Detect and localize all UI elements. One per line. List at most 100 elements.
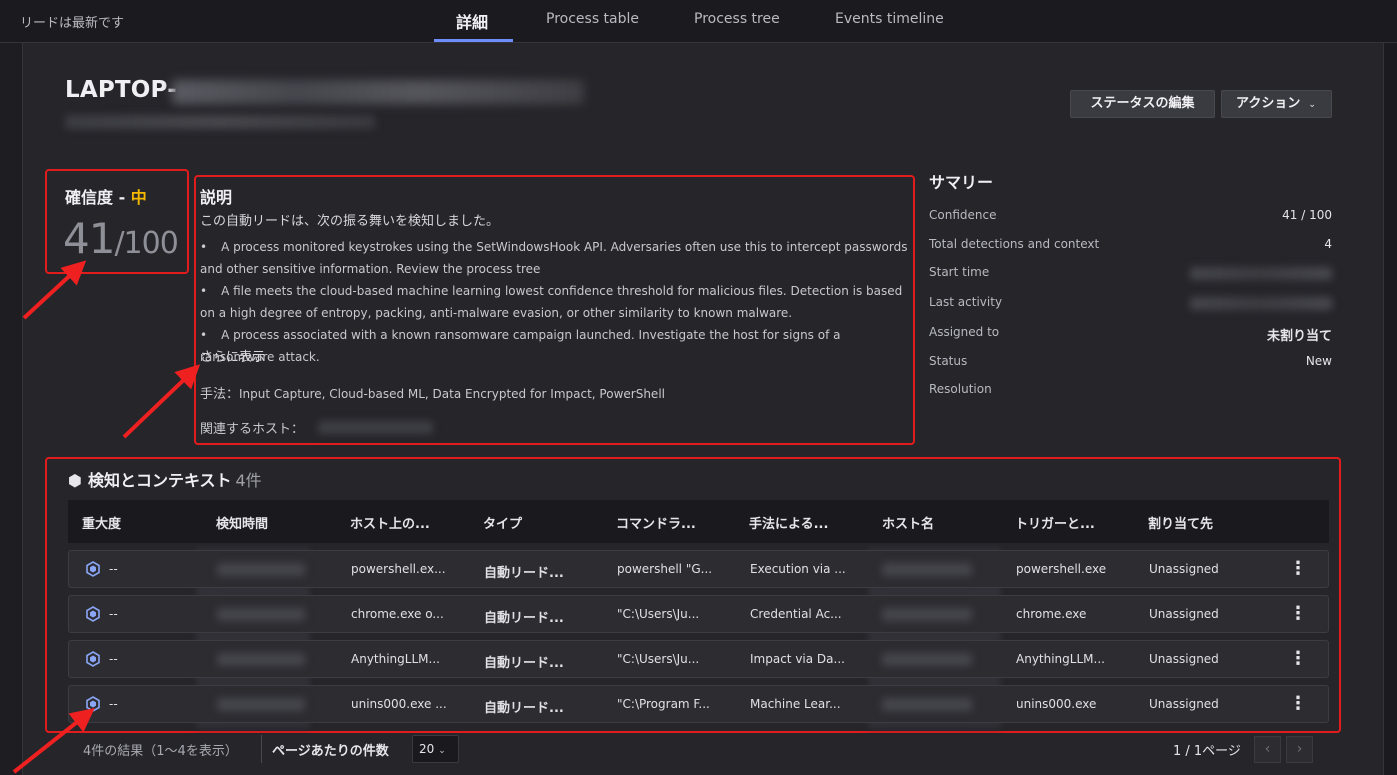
more-options-icon[interactable]: ⋮ bbox=[1289, 693, 1307, 714]
detections-count: 4件 bbox=[235, 471, 262, 490]
cell-trigger: powershell.exe bbox=[1016, 562, 1107, 576]
detections-title-text: 検知とコンテキスト bbox=[87, 471, 232, 490]
description-title: 説明 bbox=[200, 188, 233, 207]
related-hosts-label: 関連するホスト： bbox=[200, 422, 305, 437]
table-header: 重大度 検知時間 ホスト上の... タイプ コマンドラ... 手法による... … bbox=[68, 500, 1329, 543]
tab-process-tree[interactable]: Process tree bbox=[694, 11, 780, 27]
cell-type: 自動リード... bbox=[484, 701, 564, 716]
table-row[interactable]: -- chrome.exe o... 自動リード... "C:\Users\Ju… bbox=[68, 595, 1329, 633]
per-page-select[interactable]: 20 ⌄ bbox=[412, 735, 459, 763]
summary-value: 4 bbox=[1324, 237, 1332, 251]
pagination-divider bbox=[261, 735, 262, 763]
behavior-item: A file meets the cloud-based machine lea… bbox=[200, 280, 912, 324]
confidence-score-value: 41 bbox=[63, 214, 115, 263]
behavior-item: A process associated with a known ransom… bbox=[200, 324, 912, 368]
summary-value: New bbox=[1305, 354, 1332, 368]
page-info: 1 / 1ページ bbox=[1173, 744, 1241, 759]
next-page-button[interactable]: › bbox=[1286, 736, 1313, 763]
chevron-down-icon: ⌄ bbox=[1308, 100, 1316, 110]
top-bar: リードは最新です 詳細 Process table Process tree E… bbox=[0, 0, 1397, 43]
summary-row-status: Status New bbox=[929, 354, 1332, 374]
table-row[interactable]: -- unins000.exe ... 自動リード... "C:\Program… bbox=[68, 685, 1329, 723]
behavior-item: A process monitored keystrokes using the… bbox=[200, 236, 912, 280]
summary-row-last-activity: Last activity bbox=[929, 295, 1332, 315]
table-row[interactable]: -- powershell.ex... 自動リード... powershell … bbox=[68, 550, 1329, 588]
summary-key: Assigned to bbox=[929, 325, 1000, 339]
summary-row-total-detections: Total detections and context 4 bbox=[929, 237, 1332, 257]
table-row[interactable]: -- AnythingLLM... 自動リード... "C:\Users\Ju.… bbox=[68, 640, 1329, 678]
chevron-down-icon: ⌄ bbox=[438, 746, 446, 756]
col-severity[interactable]: 重大度 bbox=[82, 513, 121, 532]
redacted-detection-time bbox=[217, 698, 305, 711]
confidence-label: 確信度 - 中 bbox=[65, 184, 147, 208]
cell-type: 自動リード... bbox=[484, 566, 564, 581]
col-trigger[interactable]: トリガーと... bbox=[1015, 513, 1095, 532]
tab-process-table[interactable]: Process table bbox=[546, 11, 639, 27]
redacted-host-name bbox=[882, 608, 972, 621]
redacted-subtitle bbox=[65, 115, 375, 129]
summary-row-confidence: Confidence 41 / 100 bbox=[929, 208, 1332, 228]
per-page-label: ページあたりの件数 bbox=[272, 744, 389, 759]
redacted-detection-time bbox=[217, 653, 305, 666]
cell-command: "C:\Program F... bbox=[617, 697, 710, 711]
confidence-label-text: 確信度 - bbox=[65, 188, 131, 207]
action-button[interactable]: アクション ⌄ bbox=[1221, 90, 1332, 118]
summary-value: 未割り当て bbox=[1266, 329, 1332, 344]
cell-process: unins000.exe ... bbox=[351, 697, 447, 711]
summary-value: 41 / 100 bbox=[1282, 208, 1332, 222]
cell-assignee: Unassigned bbox=[1149, 697, 1219, 711]
cell-trigger: chrome.exe bbox=[1016, 607, 1087, 621]
cell-assignee: Unassigned bbox=[1149, 607, 1219, 621]
col-command-line[interactable]: コマンドラ... bbox=[616, 513, 696, 532]
severity-hexagon-icon bbox=[86, 606, 100, 622]
cell-process: chrome.exe o... bbox=[351, 607, 444, 621]
redacted-host-name bbox=[882, 698, 972, 711]
cell-severity: -- bbox=[109, 652, 118, 666]
cell-assignee: Unassigned bbox=[1149, 652, 1219, 666]
confidence-level: 中 bbox=[130, 188, 147, 207]
action-button-label: アクション bbox=[1236, 96, 1301, 111]
summary-key: Start time bbox=[929, 265, 990, 279]
tab-events-timeline[interactable]: Events timeline bbox=[835, 11, 944, 27]
summary-title: サマリー bbox=[929, 173, 994, 192]
cell-tactic: Impact via Da... bbox=[750, 652, 845, 666]
more-options-icon[interactable]: ⋮ bbox=[1289, 603, 1307, 624]
summary-row-start-time: Start time bbox=[929, 265, 1332, 285]
cell-trigger: AnythingLLM... bbox=[1016, 652, 1105, 666]
host-title: LAPTOP- bbox=[65, 77, 177, 103]
show-more-link[interactable]: さらに表示 bbox=[200, 346, 265, 365]
redacted-host-name bbox=[882, 653, 972, 666]
col-assignee[interactable]: 割り当て先 bbox=[1148, 513, 1213, 532]
results-summary: 4件の結果（1〜4を表示） bbox=[83, 744, 238, 759]
confidence-score: 41/100 bbox=[63, 214, 179, 263]
summary-row-resolution: Resolution bbox=[929, 382, 1332, 402]
summary-row-assigned-to: Assigned to 未割り当て bbox=[929, 325, 1332, 345]
confidence-score-denominator: /100 bbox=[114, 226, 178, 261]
col-type[interactable]: タイプ bbox=[483, 513, 522, 532]
more-options-icon[interactable]: ⋮ bbox=[1289, 648, 1307, 669]
prev-page-button[interactable]: ‹ bbox=[1254, 736, 1281, 763]
active-tab-indicator bbox=[434, 39, 513, 42]
col-detection-time[interactable]: 検知時間 bbox=[216, 513, 268, 532]
redacted-last-activity bbox=[1190, 297, 1332, 310]
description-intro: この自動リードは、次の振る舞いを検知しました。 bbox=[200, 214, 500, 229]
scrollbar[interactable] bbox=[1384, 43, 1397, 775]
summary-key: Status bbox=[929, 354, 968, 368]
summary-key: Resolution bbox=[929, 382, 992, 396]
summary-key: Confidence bbox=[929, 208, 997, 222]
col-host-name[interactable]: ホスト名 bbox=[882, 513, 934, 532]
detections-title: ⬢ 検知とコンテキスト 4件 bbox=[68, 467, 262, 491]
cell-command: "C:\Users\Ju... bbox=[617, 607, 700, 621]
more-options-icon[interactable]: ⋮ bbox=[1289, 558, 1307, 579]
redacted-host-name bbox=[882, 563, 972, 576]
col-tactic[interactable]: 手法による... bbox=[749, 513, 828, 532]
cell-type: 自動リード... bbox=[484, 656, 564, 671]
edit-status-button[interactable]: ステータスの編集 bbox=[1070, 90, 1215, 118]
redacted-start-time bbox=[1190, 267, 1332, 280]
lead-status-text: リードは最新です bbox=[20, 16, 125, 31]
tab-details[interactable]: 詳細 bbox=[456, 9, 488, 33]
tactics-value: Input Capture, Cloud-based ML, Data Encr… bbox=[239, 387, 665, 401]
behavior-list: A process monitored keystrokes using the… bbox=[200, 236, 912, 368]
cell-command: powershell "G... bbox=[617, 562, 713, 576]
col-host-process[interactable]: ホスト上の... bbox=[350, 513, 430, 532]
